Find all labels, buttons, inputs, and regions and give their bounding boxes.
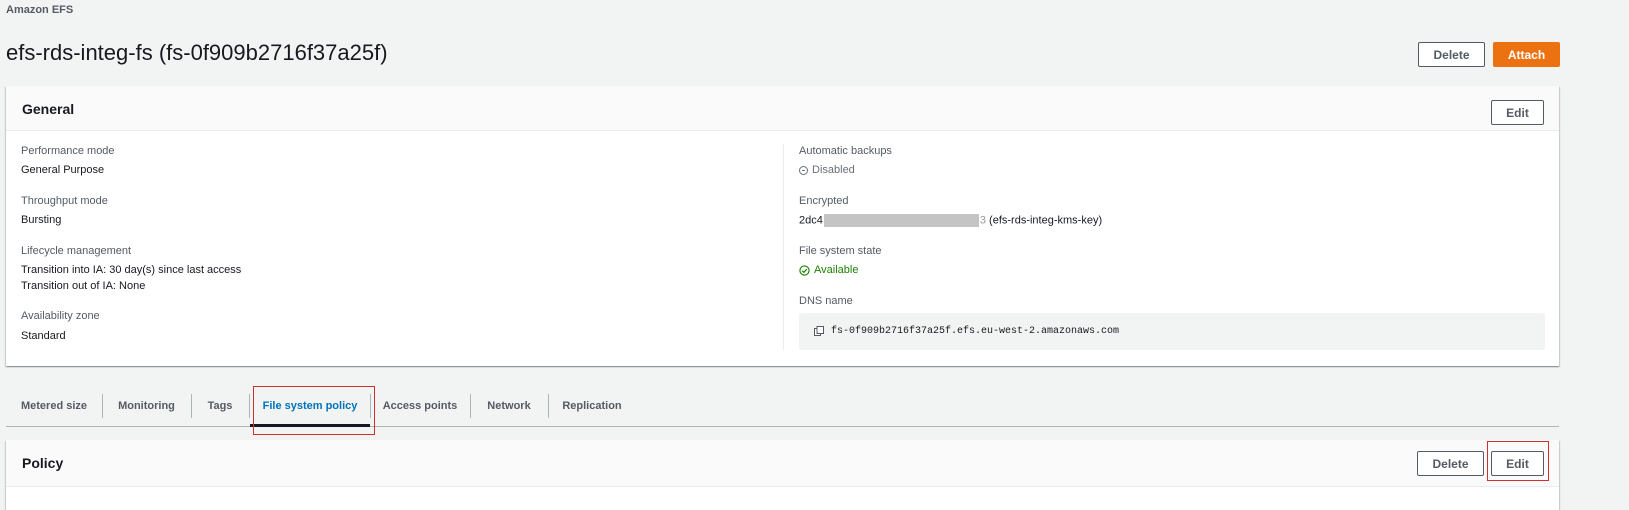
- availability-zone-value: Standard: [21, 330, 66, 342]
- general-panel: General Edit Performance mode General Pu…: [6, 86, 1559, 366]
- policy-panel: Policy Delete Edit: [6, 440, 1559, 510]
- throughput-mode-value: Bursting: [21, 214, 62, 226]
- attach-button[interactable]: Attach: [1493, 42, 1560, 67]
- policy-title: Policy: [22, 455, 64, 471]
- general-column-divider: [783, 144, 784, 350]
- general-title: General: [22, 101, 75, 117]
- tab-metered-size[interactable]: Metered size: [6, 386, 102, 426]
- tab-network[interactable]: Network: [470, 386, 548, 426]
- encrypted-label: Encrypted: [799, 195, 849, 207]
- file-system-state-label: File system state: [799, 245, 882, 257]
- redacted-block: [823, 214, 979, 227]
- minus-circle-icon: [799, 165, 808, 175]
- active-tab-indicator: [250, 424, 370, 427]
- kms-key-name: (efs-rds-integ-kms-key): [989, 214, 1103, 227]
- tab-tags[interactable]: Tags: [191, 386, 249, 426]
- page-title: efs-rds-integ-fs (fs-0f909b2716f37a25f): [6, 40, 388, 65]
- performance-mode-value: General Purpose: [21, 164, 105, 176]
- tab-replication[interactable]: Replication: [548, 386, 636, 426]
- file-system-state-value: Available: [799, 264, 858, 276]
- kms-key-prefix: 2dc4: [799, 214, 823, 227]
- dns-name-box: fs-0f909b2716f37a25f.efs.eu-west-2.amazo…: [799, 313, 1545, 350]
- kms-key-suffix: 3: [979, 214, 986, 227]
- encrypted-value: 2dc4 3 (efs-rds-integ-kms-key): [799, 214, 1102, 227]
- performance-mode-label: Performance mode: [21, 145, 115, 157]
- lifecycle-transition-out-of-ia: Transition out of IA: None: [21, 280, 146, 292]
- dns-name-label: DNS name: [799, 295, 853, 307]
- lifecycle-management-label: Lifecycle management: [21, 245, 132, 257]
- automatic-backups-value: Disabled: [799, 164, 855, 176]
- tab-access-points[interactable]: Access points: [370, 386, 470, 426]
- tab-bar: Metered size Monitoring Tags File system…: [6, 386, 1559, 427]
- general-edit-button[interactable]: Edit: [1491, 100, 1544, 125]
- check-circle-icon: [799, 264, 810, 276]
- throughput-mode-label: Throughput mode: [21, 195, 108, 207]
- delete-filesystem-button[interactable]: Delete: [1418, 42, 1485, 67]
- breadcrumb[interactable]: Amazon EFS: [6, 4, 73, 16]
- copy-icon[interactable]: [814, 326, 824, 336]
- automatic-backups-text: Disabled: [812, 164, 855, 176]
- policy-edit-button[interactable]: Edit: [1491, 451, 1544, 476]
- lifecycle-transition-into-ia: Transition into IA: 30 day(s) since last…: [21, 264, 242, 276]
- file-system-state-text: Available: [814, 264, 859, 276]
- dns-name-value[interactable]: fs-0f909b2716f37a25f.efs.eu-west-2.amazo…: [831, 326, 1119, 337]
- policy-header: Policy Delete Edit: [6, 440, 1559, 487]
- automatic-backups-label: Automatic backups: [799, 145, 892, 157]
- availability-zone-label: Availability zone: [21, 310, 100, 322]
- tab-monitoring[interactable]: Monitoring: [102, 386, 191, 426]
- general-header: General Edit: [6, 86, 1559, 131]
- tab-file-system-policy[interactable]: File system policy: [250, 386, 370, 426]
- policy-delete-button[interactable]: Delete: [1417, 451, 1484, 476]
